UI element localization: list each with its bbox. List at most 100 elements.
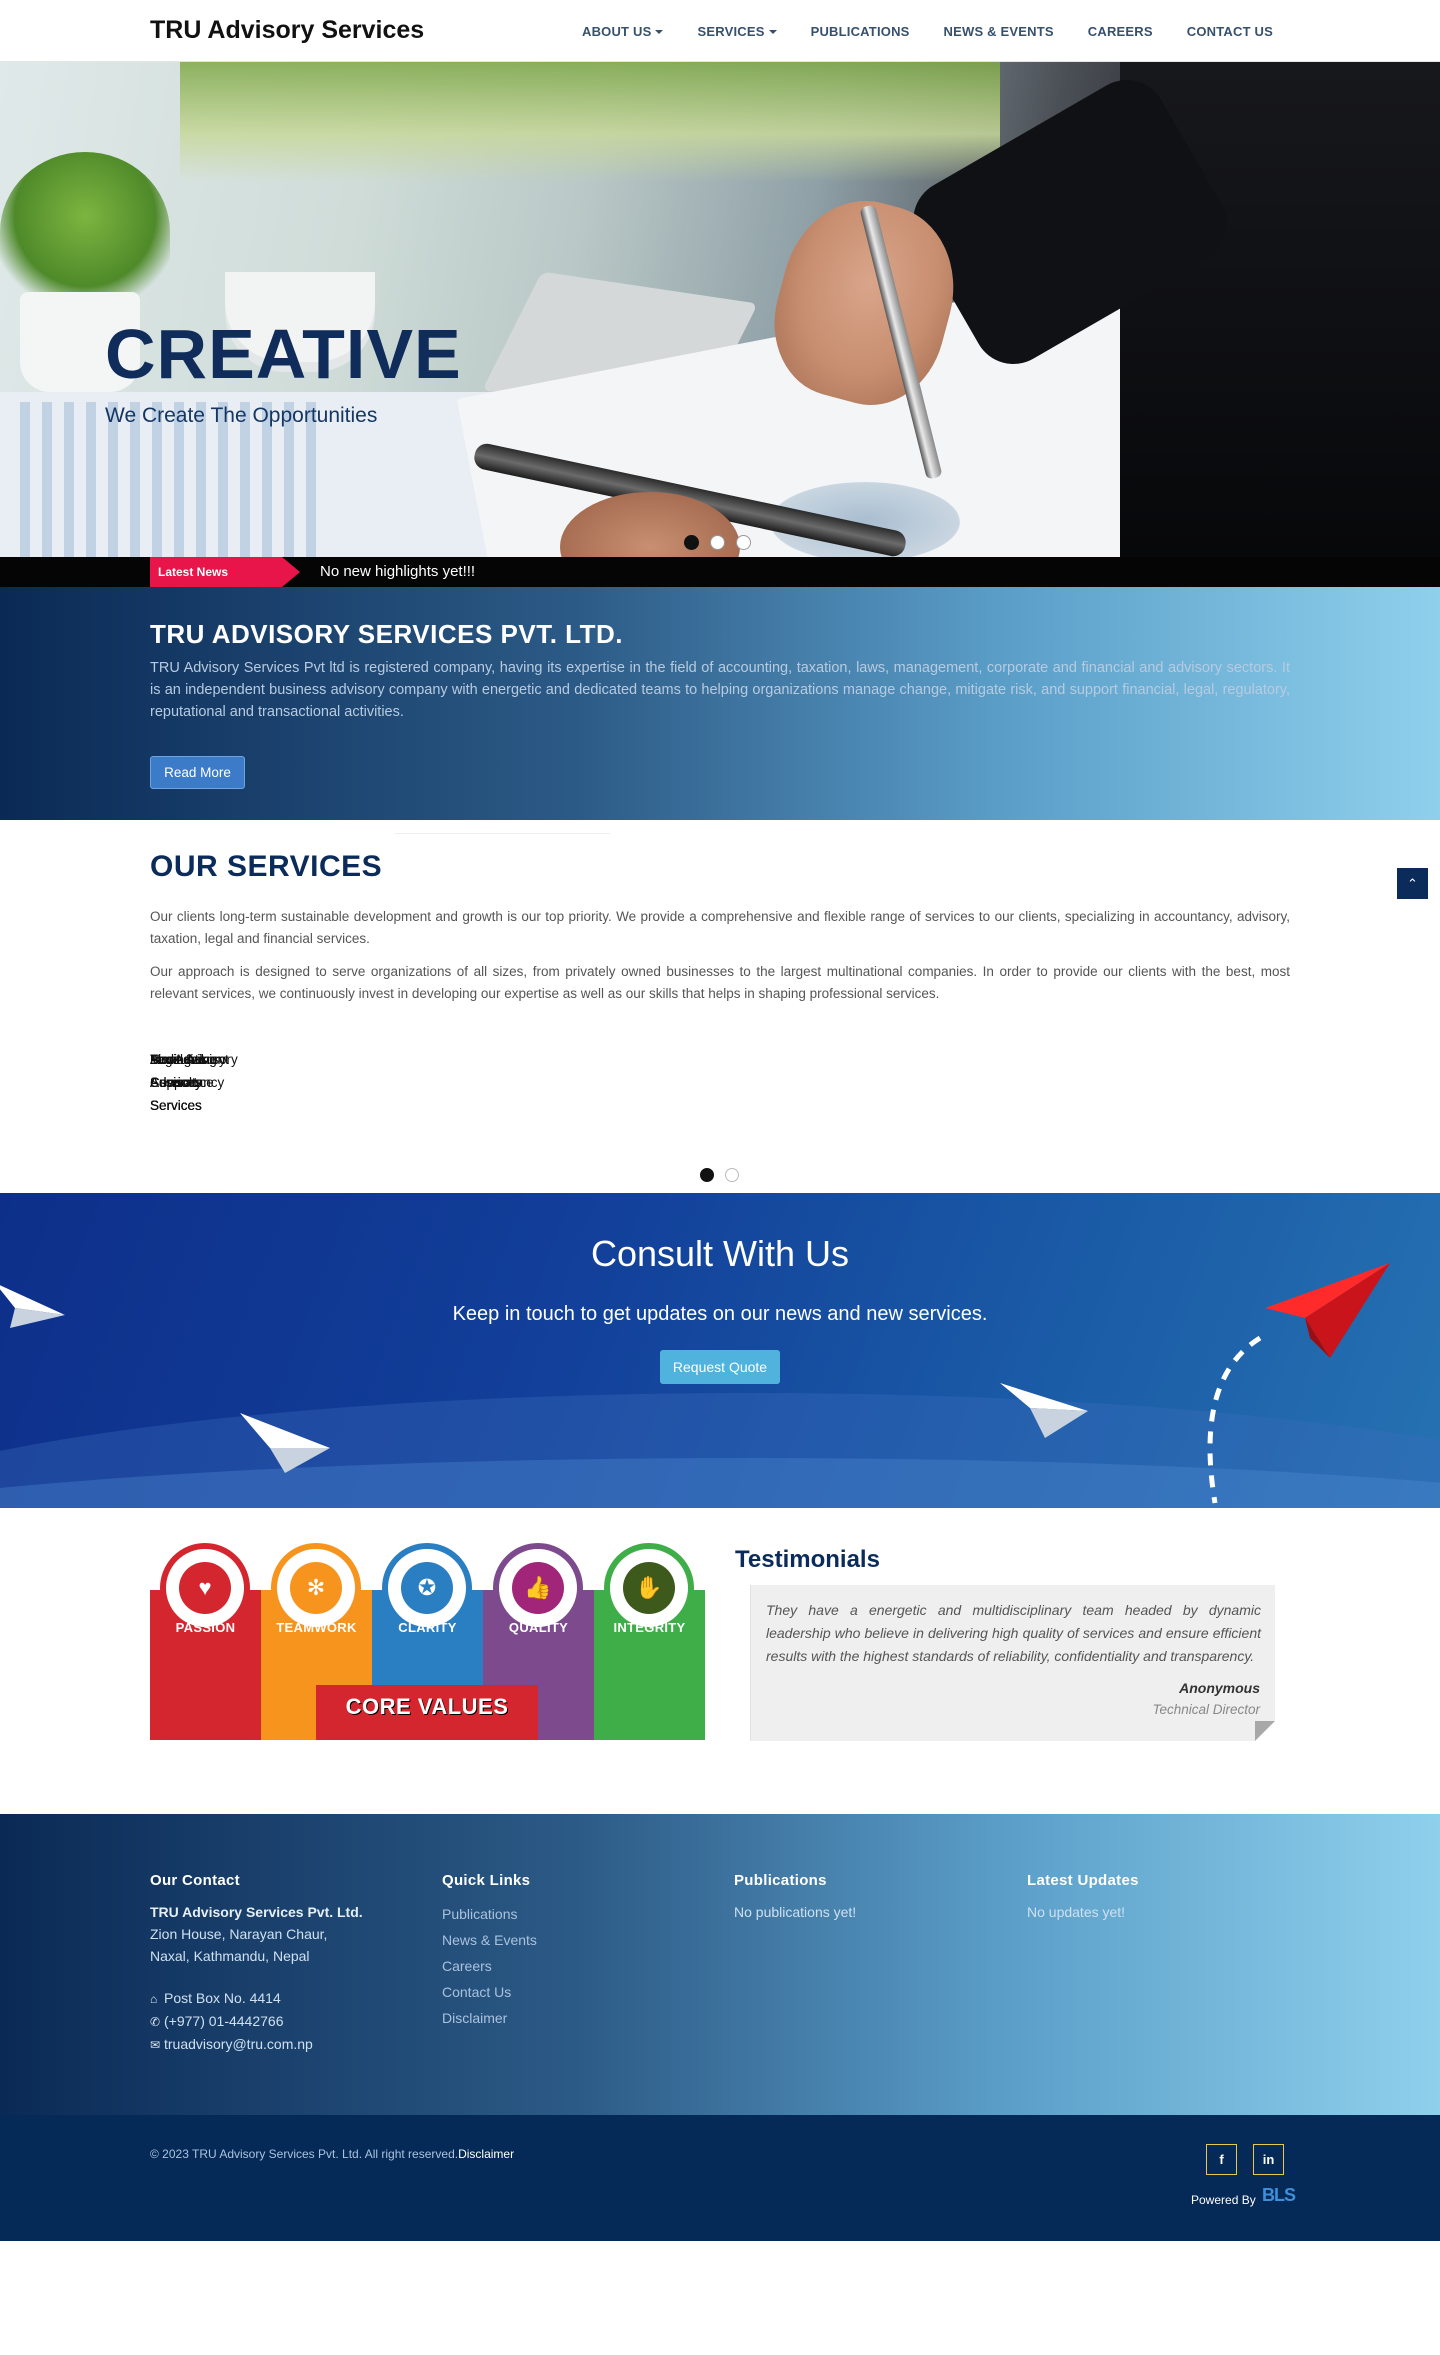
footer-contact: Our Contact TRU Advisory Services Pvt. L… <box>150 1872 430 2056</box>
read-more-button[interactable]: Read More <box>150 756 245 789</box>
nav-item-label: ABOUT US <box>581 23 652 39</box>
nav-item-about-us[interactable]: ABOUT US <box>565 24 681 39</box>
footer-phone: ✆ (+977) 01-4442766 <box>150 2010 430 2033</box>
services-approach: Our approach is designed to serve organi… <box>150 964 1290 1001</box>
testimonial-author: Anonymous <box>1179 1680 1260 1696</box>
copyright: © 2023 TRU Advisory Services Pvt. Ltd. A… <box>150 2147 514 2161</box>
footer-address: Naxal, Kathmandu, Nepal <box>150 1948 310 1964</box>
paper-plane-icon <box>1000 1383 1088 1438</box>
value-label: TEAMWORK <box>276 1620 357 1635</box>
value-label: QUALITY <box>508 1620 569 1635</box>
testimonial-quote: They have a energetic and multidisciplin… <box>766 1602 1261 1664</box>
footer-heading: Quick Links <box>442 1872 531 1889</box>
hero-photo-window <box>180 62 1000 182</box>
consult-subtitle: Keep in touch to get updates on our news… <box>452 1303 988 1325</box>
nav-menu: ABOUT US SERVICES PUBLICATIONS NEWS & EV… <box>565 0 1290 62</box>
caret-down-icon <box>655 30 664 35</box>
footer-latest-updates: Latest Updates No updates yet! <box>1027 1872 1307 1923</box>
hero-title: CREATIVE <box>105 315 462 393</box>
hero-photo-plant <box>0 152 170 312</box>
slider-dot[interactable] <box>710 535 725 550</box>
footer-email[interactable]: ✉ truadvisory@tru.com.np <box>150 2033 430 2056</box>
copyright-text: © 2023 TRU Advisory Services Pvt. Ltd. A… <box>150 2147 459 2161</box>
value-label: PASSION <box>175 1620 236 1635</box>
footer: Our Contact TRU Advisory Services Pvt. L… <box>0 1814 1440 2115</box>
disclaimer-link[interactable]: Disclaimer <box>458 2147 514 2161</box>
home-icon: ⌂ <box>150 1992 158 2006</box>
footer-link-disclaimer[interactable]: Disclaimer <box>442 2005 722 2031</box>
footer-heading: Publications <box>734 1872 827 1889</box>
services-carousel: Management Consultancy Services Tax Advi… <box>150 1048 350 1138</box>
footer-link-news-events[interactable]: News & Events <box>442 1927 722 1953</box>
chevron-up-icon: ⌃ <box>1407 876 1418 891</box>
powered-by-text: Powered By <box>1191 2193 1256 2207</box>
slider-dot[interactable] <box>700 1168 714 1182</box>
caret-down-icon <box>768 30 777 35</box>
testimonial-role: Technical Director <box>1152 1702 1260 1717</box>
news-ticker: Latest News No new highlights yet!!! <box>0 557 1440 587</box>
nav-item-services[interactable]: SERVICES <box>680 24 793 39</box>
footer-pobox: ⌂ Post Box No. 4414 <box>150 1987 430 2010</box>
phone-text: (+977) 01-4442766 <box>164 2013 284 2029</box>
footer-heading: Latest Updates <box>1027 1872 1139 1889</box>
core-values-banner: CORE VALUES <box>316 1685 538 1740</box>
slider-dot[interactable] <box>684 535 699 550</box>
about-section: TRU ADVISORY SERVICES PVT. LTD. TRU Advi… <box>0 587 1440 820</box>
value-passion: ♥ PASSION <box>150 1543 261 1740</box>
value-label: CLARITY <box>398 1620 457 1635</box>
footer-address: Zion House, Narayan Chaur, <box>150 1926 328 1942</box>
footer-link-publications[interactable]: Publications <box>442 1901 722 1927</box>
thumbs-up-icon: 👍 <box>512 1562 564 1614</box>
footer-link-careers[interactable]: Careers <box>442 1953 722 1979</box>
footer-publications-text: No publications yet! <box>734 1904 857 1920</box>
testimonials-title: Testimonials <box>735 1546 880 1573</box>
footer-publications: Publications No publications yet! <box>734 1872 1014 1923</box>
scroll-top-button[interactable]: ⌃ <box>1397 868 1428 899</box>
developer-logo[interactable]: BLS <box>1262 2185 1296 2206</box>
bottom-bar: © 2023 TRU Advisory Services Pvt. Ltd. A… <box>0 2115 1440 2241</box>
email-text: truadvisory@tru.com.np <box>164 2036 313 2052</box>
core-values-graphic: ♥ PASSION ✻ TEAMWORK ✪ CLARITY 👍 QUALITY… <box>150 1540 705 1740</box>
heart-icon: ♥ <box>179 1562 231 1614</box>
linkedin-icon[interactable]: in <box>1253 2144 1284 2175</box>
teamwork-icon: ✻ <box>290 1562 342 1614</box>
footer-link-contact-us[interactable]: Contact Us <box>442 1979 722 2005</box>
slider-dot[interactable] <box>736 535 751 550</box>
footer-company: TRU Advisory Services Pvt. Ltd. <box>150 1904 363 1920</box>
value-integrity: ✋ INTEGRITY <box>594 1543 705 1740</box>
service-item[interactable]: Business Advisory Services <box>150 1048 240 1117</box>
nav-item-news-events[interactable]: NEWS & EVENTS <box>927 24 1071 39</box>
handshake-icon: ✋ <box>623 1562 675 1614</box>
paper-plane-icon <box>240 1413 330 1473</box>
page-fold-corner <box>1255 1721 1275 1741</box>
hero-subtitle: We Create The Opportunities <box>105 404 378 427</box>
slider-dot[interactable] <box>725 1168 739 1182</box>
testimonial-card: They have a energetic and multidisciplin… <box>750 1585 1275 1741</box>
hero-slider: CREATIVE We Create The Opportunities <box>0 62 1440 557</box>
services-slider-dots <box>700 1168 739 1182</box>
pobox-text: Post Box No. 4414 <box>164 1990 281 2006</box>
bulb-icon: ✪ <box>401 1562 453 1614</box>
red-paper-plane-icon <box>1207 1263 1390 1504</box>
footer-updates-text: No updates yet! <box>1027 1904 1126 1920</box>
navbar: TRU Advisory Services ABOUT US SERVICES … <box>0 0 1440 62</box>
nav-item-publications[interactable]: PUBLICATIONS <box>794 24 927 39</box>
phone-icon: ✆ <box>150 2015 161 2029</box>
nav-item-label: SERVICES <box>697 23 765 39</box>
consult-section: Consult With Us Keep in touch to get upd… <box>0 1193 1440 1508</box>
nav-item-careers[interactable]: CAREERS <box>1071 24 1170 39</box>
about-text: TRU Advisory Services Pvt ltd is registe… <box>150 660 1290 720</box>
facebook-icon[interactable]: f <box>1206 2144 1237 2175</box>
value-label: INTEGRITY <box>613 1620 686 1635</box>
request-quote-button[interactable]: Request Quote <box>660 1350 780 1384</box>
hero-slider-dots <box>684 535 751 550</box>
footer-quick-links: Quick Links Publications News & Events C… <box>442 1872 722 2031</box>
section-divider <box>395 833 610 834</box>
services-title: OUR SERVICES <box>150 850 383 883</box>
news-text[interactable]: No new highlights yet!!! <box>320 557 475 587</box>
nav-item-contact-us[interactable]: CONTACT US <box>1170 24 1290 39</box>
services-intro: Our clients long-term sustainable develo… <box>150 909 1290 946</box>
about-title: TRU ADVISORY SERVICES PVT. LTD. <box>150 619 623 649</box>
footer-heading: Our Contact <box>150 1872 240 1889</box>
brand-logo[interactable]: TRU Advisory Services <box>150 16 424 45</box>
